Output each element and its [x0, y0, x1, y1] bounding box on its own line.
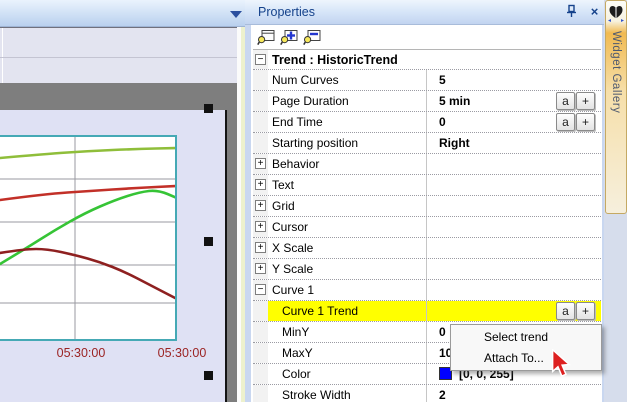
plus-button[interactable]: + [576, 92, 595, 110]
property-row-starting-position[interactable]: Starting position Right [253, 133, 601, 154]
property-label: MaxY [282, 346, 313, 360]
expand-icon[interactable]: + [255, 242, 266, 253]
curve-red [0, 186, 177, 200]
property-row-curve-1-trend[interactable]: Curve 1 Trend a+ [253, 301, 601, 322]
indent-cell: + [253, 196, 268, 216]
category-row-curve-1[interactable]: −Curve 1 [253, 280, 601, 301]
x-axis-tick: 05:30:00 [52, 346, 110, 360]
category-row-x-scale[interactable]: + X Scale [253, 238, 601, 259]
indent-cell: + [253, 259, 268, 279]
expand-icon[interactable]: + [255, 263, 266, 274]
indent-cell: + [253, 217, 268, 237]
category-row-cursor[interactable]: + Cursor [253, 217, 601, 238]
expand-icon[interactable]: + [255, 158, 266, 169]
category-row-trend-historictrend[interactable]: −Trend : HistoricTrend [253, 49, 601, 70]
canvas-toolbar-band [0, 27, 237, 83]
attribute-button[interactable]: a [556, 113, 575, 131]
indent-cell [253, 91, 268, 111]
attribute-button[interactable]: a [556, 302, 575, 320]
curve-bright-green [0, 191, 177, 264]
category-row-text[interactable]: + Text [253, 175, 601, 196]
indent-cell [253, 112, 268, 132]
screen: 0 05:30:00 05:30:00 Properties × [0, 0, 627, 402]
plus-button[interactable]: + [576, 113, 595, 131]
divider [0, 57, 237, 58]
tab-label: Widget Gallery [610, 31, 622, 113]
context-menu: Select trendAttach To... [450, 324, 602, 371]
property-label: Curve 1 Trend [282, 304, 358, 318]
property-label: Starting position [272, 136, 358, 150]
indent-cell [253, 385, 268, 402]
property-label: Page Duration [272, 94, 349, 108]
trend-plot [0, 137, 177, 339]
property-label: End Time [272, 115, 323, 129]
property-label: Num Curves [272, 73, 339, 87]
canvas-top-bar [0, 0, 245, 27]
property-value: 0 [439, 115, 446, 129]
property-label: Color [282, 367, 311, 381]
right-tab-strip: Widget Gallery [604, 0, 627, 402]
indent-cell [253, 364, 268, 384]
indent-cell: + [253, 154, 268, 174]
divider [2, 28, 3, 83]
property-label: MinY [282, 325, 309, 339]
canvas-background [0, 83, 237, 110]
category-row-behavior[interactable]: + Behavior [253, 154, 601, 175]
property-label: Trend : HistoricTrend [272, 53, 398, 67]
property-value: 5 min [439, 94, 470, 108]
property-row-stroke-width[interactable]: Stroke Width 2 [253, 385, 601, 402]
chevron-down-icon[interactable] [230, 11, 242, 18]
indent-cell [253, 301, 268, 321]
selection-handle[interactable] [204, 237, 213, 246]
property-label: Stroke Width [282, 388, 351, 402]
indent-cell [253, 343, 268, 363]
property-value: 5 [439, 73, 446, 87]
expand-icon[interactable]: + [255, 200, 266, 211]
category-row-grid[interactable]: + Grid [253, 196, 601, 217]
property-row-page-duration[interactable]: Page Duration 5 min a+ [253, 91, 601, 112]
curve-olive-green [0, 148, 177, 158]
selection-handle[interactable] [204, 371, 213, 380]
indent-cell [253, 133, 268, 153]
x-axis-tick: 0 [0, 346, 7, 360]
expand-icon[interactable]: + [255, 221, 266, 232]
collapse-icon[interactable]: − [255, 284, 266, 295]
property-value: 2 [439, 388, 446, 402]
property-label: Text [272, 178, 294, 192]
property-label: Behavior [272, 157, 319, 171]
property-label: Y Scale [272, 262, 313, 276]
indent-cell: − [253, 280, 268, 300]
category-row-y-scale[interactable]: + Y Scale [253, 259, 601, 280]
collapse-icon[interactable]: − [255, 54, 266, 65]
property-value: 0 [439, 325, 446, 339]
property-value: Right [439, 136, 470, 150]
property-label: Cursor [272, 220, 308, 234]
property-row-num-curves[interactable]: Num Curves 5 [253, 70, 601, 91]
widget-gallery-icon [607, 4, 625, 24]
indent-cell: − [253, 50, 268, 69]
design-page[interactable]: 0 05:30:00 05:30:00 [0, 110, 227, 402]
tab-widget-gallery[interactable]: Widget Gallery [605, 0, 627, 214]
property-row-end-time[interactable]: End Time 0 a+ [253, 112, 601, 133]
indent-cell: + [253, 175, 268, 195]
expand-icon[interactable]: + [255, 179, 266, 190]
property-label: X Scale [272, 241, 313, 255]
attribute-button[interactable]: a [556, 92, 575, 110]
menu-item-attach-to[interactable]: Attach To... [451, 348, 601, 369]
canvas-background [227, 83, 237, 402]
selection-handle[interactable] [204, 104, 213, 113]
menu-item-select-trend[interactable]: Select trend [451, 327, 601, 348]
x-axis-tick: 05:30:00 [153, 346, 211, 360]
plus-button[interactable]: + [576, 302, 595, 320]
indent-cell: + [253, 238, 268, 258]
indent-cell [253, 322, 268, 342]
indent-cell [253, 70, 268, 90]
curve-dark-red [0, 249, 177, 299]
trend-widget[interactable] [0, 135, 177, 341]
cursor-icon [551, 349, 572, 383]
property-label: Curve 1 [272, 283, 314, 297]
property-label: Grid [272, 199, 295, 213]
